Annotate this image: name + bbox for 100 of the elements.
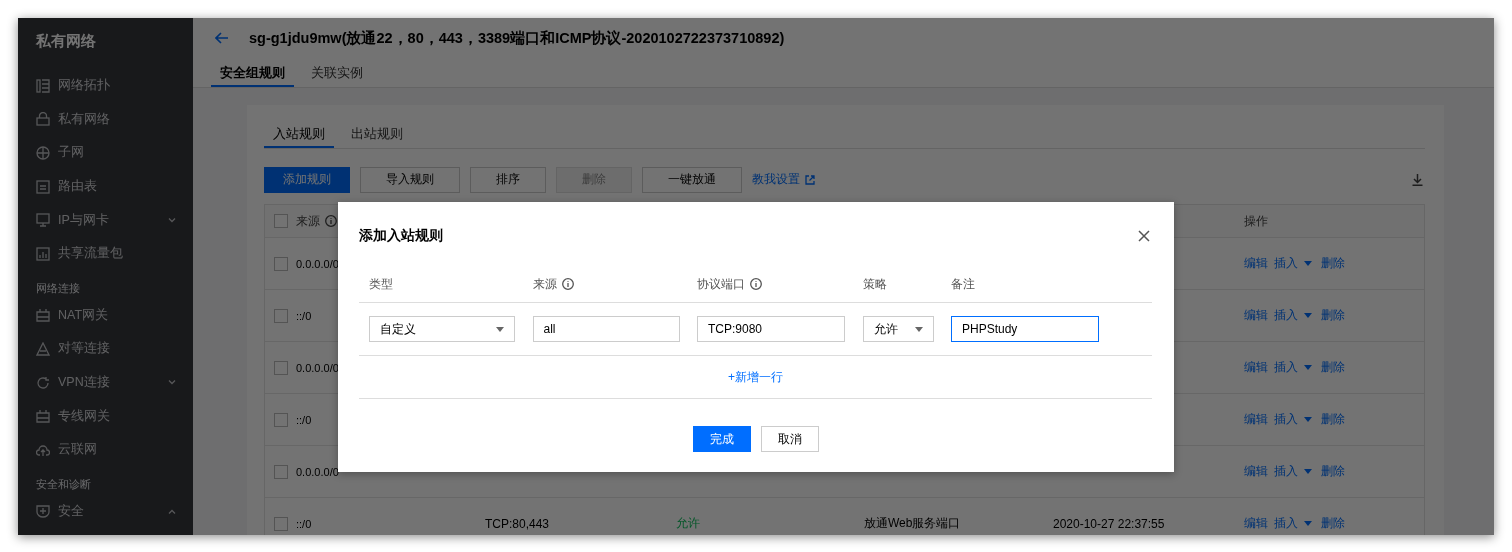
action-link[interactable]: 删除 <box>1321 463 1345 480</box>
action-link[interactable]: 编辑 <box>1244 307 1268 324</box>
caret-down-icon <box>1304 417 1312 422</box>
external-link-icon <box>805 174 815 185</box>
action-link[interactable]: 删除 <box>1321 255 1345 272</box>
tab[interactable]: 安全组规则 <box>211 58 294 87</box>
table-cell-text: 0.0.0.0/0 <box>296 361 340 374</box>
action-link[interactable]: 编辑 <box>1244 411 1268 428</box>
gateway-icon <box>36 409 50 424</box>
cloud-icon <box>36 442 50 457</box>
triangle-icon <box>36 341 50 356</box>
caret-down-icon <box>1304 469 1312 474</box>
sidebar-item[interactable]: 对等连接 <box>36 332 176 366</box>
list-icon <box>36 78 50 93</box>
action-link[interactable]: 插入 <box>1274 463 1298 480</box>
sidebar-item[interactable]: 云联网 <box>36 432 176 467</box>
page-title: sg-g1jdu9mw(放通22，80，443，3389端口和ICMP协议-2020102722373710892) <box>249 28 785 48</box>
sidebar-item[interactable]: VPN连接 <box>36 365 176 400</box>
toolbar-button[interactable]: 导入规则 <box>360 166 460 193</box>
document-icon <box>36 179 50 194</box>
sidebar-item[interactable]: IP与网卡 <box>36 203 176 237</box>
caret-down-icon <box>1304 313 1312 318</box>
info-icon <box>325 215 337 227</box>
checkbox[interactable] <box>274 464 288 479</box>
checkbox[interactable] <box>274 308 288 323</box>
sidebar-item[interactable]: 网络拓扑 <box>36 69 176 103</box>
caret-down-icon <box>496 326 504 332</box>
checkbox[interactable] <box>274 360 288 375</box>
column-header: 操作 <box>1244 212 1268 230</box>
section-heading: 网络连接 <box>36 280 81 296</box>
add-row-link[interactable]: +新增一行 <box>728 368 783 386</box>
action-link[interactable]: 插入 <box>1274 255 1298 272</box>
tab[interactable]: 出站规则 <box>342 122 412 148</box>
section-heading: 安全和诊断 <box>36 476 92 492</box>
monitor-icon <box>36 213 50 228</box>
caret-down-icon <box>1304 521 1312 526</box>
action-link[interactable]: 删除 <box>1321 307 1345 324</box>
shield-icon <box>36 504 50 519</box>
refresh-icon <box>36 375 50 390</box>
input-field[interactable]: TCP:9080 <box>697 316 845 342</box>
table-cell-text: 0.0.0.0/0 <box>296 257 340 270</box>
column-header: 来源 <box>532 275 557 293</box>
column-header: 策略 <box>862 275 887 293</box>
globe-icon <box>36 146 50 160</box>
action-link[interactable]: 编辑 <box>1244 515 1268 532</box>
add-rule-button[interactable]: 添加规则 <box>264 166 350 193</box>
checkbox[interactable] <box>274 516 288 531</box>
dropdown[interactable]: 自定义 <box>369 316 515 342</box>
caret-down-icon <box>1304 261 1312 266</box>
column-header: 备注 <box>951 275 975 293</box>
dropdown[interactable]: 允许 <box>862 316 934 342</box>
table-cell-text: 放通Web服务端口 <box>864 515 962 532</box>
action-link[interactable]: 删除 <box>1321 411 1345 428</box>
checkbox[interactable] <box>274 214 288 228</box>
action-link[interactable]: 编辑 <box>1244 255 1268 272</box>
table-cell-text: TCP:80,443 <box>485 516 551 531</box>
column-header: 类型 <box>369 275 393 293</box>
app-title: 私有网络 <box>36 32 97 50</box>
action-link[interactable]: 插入 <box>1274 359 1298 376</box>
lock-icon <box>36 112 50 127</box>
confirm-button[interactable]: 完成 <box>692 426 751 452</box>
table-cell-text: ::/0 <box>296 413 313 426</box>
toolbar-button[interactable]: 排序 <box>470 166 546 193</box>
info-icon <box>750 278 762 290</box>
download-icon <box>1412 173 1423 186</box>
sidebar-item[interactable]: 私有网络 <box>36 102 176 137</box>
column-header: 协议端口 <box>697 275 745 293</box>
action-link[interactable]: 插入 <box>1274 307 1298 324</box>
table-cell-text: 2020-10-27 22:37:55 <box>1053 516 1166 531</box>
sidebar-item[interactable]: 子网 <box>36 136 176 170</box>
action-link[interactable]: 删除 <box>1321 359 1345 376</box>
help-link[interactable]: 教我设置 <box>752 171 815 188</box>
column-header: 来源 <box>296 212 320 230</box>
gateway-icon <box>36 308 50 323</box>
action-link[interactable]: 插入 <box>1274 411 1298 428</box>
sidebar-item[interactable]: 共享流量包 <box>36 236 176 271</box>
sidebar-item[interactable]: 路由表 <box>36 169 176 204</box>
close-icon <box>1138 230 1150 242</box>
caret-down-icon <box>1304 365 1312 370</box>
sidebar-item[interactable]: NAT网关 <box>36 298 176 333</box>
action-link[interactable]: 编辑 <box>1244 359 1268 376</box>
action-link[interactable]: 编辑 <box>1244 463 1268 480</box>
input-field[interactable]: all <box>532 316 680 342</box>
action-link[interactable]: 插入 <box>1274 515 1298 532</box>
back-arrow-icon <box>215 32 229 44</box>
tab[interactable]: 关联实例 <box>302 58 372 87</box>
checkbox[interactable] <box>274 256 288 271</box>
tab[interactable]: 入站规则 <box>264 122 334 148</box>
sidebar-item[interactable]: 安全 <box>36 494 176 529</box>
cancel-button[interactable]: 取消 <box>760 426 819 452</box>
info-icon <box>561 278 574 290</box>
input-field[interactable]: PHPStudy <box>951 316 1099 342</box>
table-cell-text: 0.0.0.0/0 <box>296 465 340 478</box>
toolbar-button[interactable]: 一键放通 <box>642 166 742 193</box>
action-link[interactable]: 删除 <box>1321 515 1345 532</box>
checkbox[interactable] <box>274 412 288 427</box>
close-button[interactable] <box>1136 230 1152 242</box>
table-cell-text: 允许 <box>676 515 701 532</box>
sidebar-item[interactable]: 专线网关 <box>36 399 176 433</box>
table-cell-text: ::/0 <box>296 309 313 322</box>
